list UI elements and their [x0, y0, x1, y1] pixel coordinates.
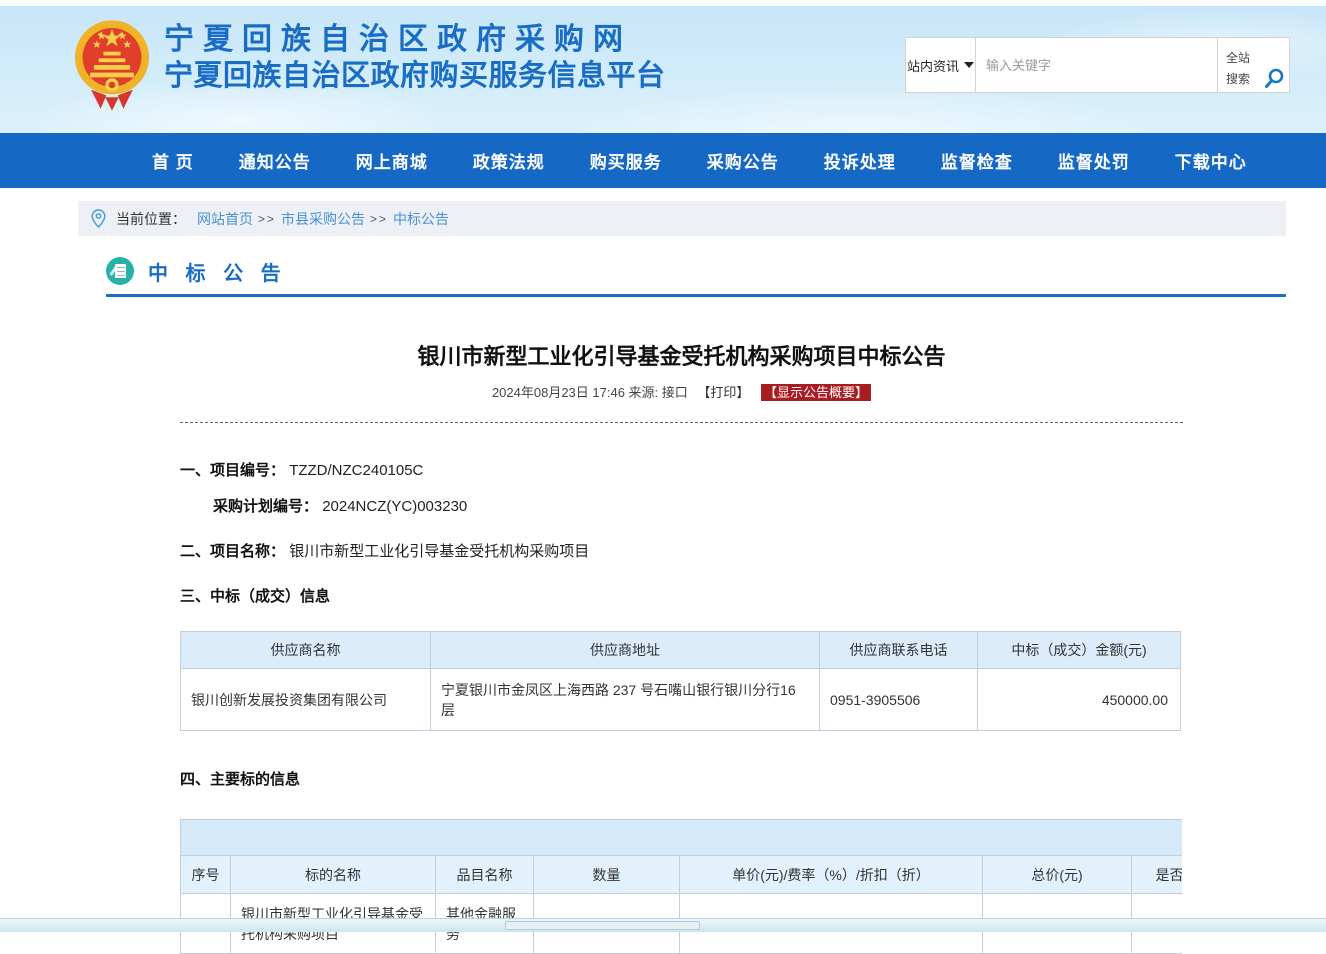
site-title-line1: 宁夏回族自治区政府采购网 [164, 21, 666, 58]
award-cell-amount: 450000.00 [978, 669, 1181, 731]
site-search-label-line1: 全站 [1226, 48, 1289, 69]
breadcrumb-separator: >> [258, 212, 276, 226]
main-nav: 首 页 通知公告 网上商城 政策法规 购买服务 采购公告 投诉处理 监督检查 监… [0, 133, 1326, 188]
subject-info-heading: 四、主要标的信息 [180, 768, 1183, 789]
breadcrumb-link-city-county[interactable]: 市县采购公告 [281, 209, 365, 229]
search-category-select[interactable]: 站内资讯 [906, 38, 976, 92]
article-meta: 2024年08月23日 17:46 来源: 接口 【打印】 【显示公告概要】 [180, 382, 1183, 401]
site-titles: 宁夏回族自治区政府采购网 宁夏回族自治区政府购买服务信息平台 [164, 21, 666, 95]
horizontal-scrollbar[interactable] [0, 918, 1326, 932]
nav-item-supervision-penalty[interactable]: 监督处罚 [1058, 148, 1130, 173]
subject-table-banner-cell [181, 820, 1183, 856]
section-title: 中 标 公 告 [148, 257, 287, 286]
award-header-address: 供应商地址 [431, 632, 820, 669]
chevron-down-icon [964, 62, 974, 68]
award-info-heading: 三、中标（成交）信息 [180, 585, 1183, 606]
award-table-row: 银川创新发展投资集团有限公司 宁夏银川市金凤区上海西路 237 号石嘴山银行银川… [181, 669, 1181, 731]
plan-number-label: 采购计划编号： [213, 498, 318, 515]
announcement-article: 银川市新型工业化引导基金受托机构采购项目中标公告 2024年08月23日 17:… [180, 339, 1183, 954]
breadcrumb-link-award[interactable]: 中标公告 [393, 209, 449, 229]
nav-item-download-center[interactable]: 下载中心 [1175, 148, 1247, 173]
project-number-value: TZZD/NZC240105C [289, 462, 423, 479]
award-header-supplier: 供应商名称 [181, 632, 431, 669]
nav-item-supervision-check[interactable]: 监督检查 [941, 148, 1013, 173]
award-cell-supplier: 银川创新发展投资集团有限公司 [181, 669, 431, 731]
nav-item-online-mall[interactable]: 网上商城 [356, 148, 428, 173]
subject-table-clip: 序号 标的名称 品目名称 数量 单价(元)/费率（%）/折扣（折） 总价(元) … [180, 819, 1182, 954]
subject-header-no: 序号 [181, 856, 231, 894]
plan-number-line: 采购计划编号： 2024NCZ(YC)003230 [180, 495, 1183, 516]
search-bar: 站内资讯 全站 搜索 [905, 37, 1290, 93]
nav-item-notices[interactable]: 通知公告 [239, 148, 311, 173]
award-table: 供应商名称 供应商地址 供应商联系电话 中标（成交）金额(元) 银川创新发展投资… [180, 631, 1181, 731]
search-icon [1262, 67, 1286, 91]
breadcrumb-label: 当前位置： [116, 209, 186, 229]
breadcrumb-link-home[interactable]: 网站首页 [197, 209, 253, 229]
award-table-header-row: 供应商名称 供应商地址 供应商联系电话 中标（成交）金额(元) [181, 632, 1181, 669]
subject-header-clipped: 是否 [1132, 856, 1183, 894]
print-button[interactable]: 【打印】 [697, 385, 749, 400]
section-divider [106, 294, 1286, 297]
emblem-icon [74, 17, 150, 113]
project-number-line: 一、项目编号： TZZD/NZC240105C [180, 459, 1183, 480]
subject-header-total: 总价(元) [983, 856, 1132, 894]
site-title-line2: 宁夏回族自治区政府购买服务信息平台 [164, 58, 666, 95]
subject-header-unit-price: 单价(元)/费率（%）/折扣（折） [680, 856, 983, 894]
site-search-button[interactable]: 全站 搜索 [1217, 38, 1289, 92]
subject-table-header-row: 序号 标的名称 品目名称 数量 单价(元)/费率（%）/折扣（折） 总价(元) … [181, 856, 1183, 894]
article-date-source: 2024年08月23日 17:46 来源: 接口 [492, 385, 688, 400]
subject-header-name: 标的名称 [231, 856, 436, 894]
project-name-label: 二、项目名称： [180, 543, 285, 560]
scrollbar-thumb[interactable] [505, 921, 700, 930]
article-title: 银川市新型工业化引导基金受托机构采购项目中标公告 [180, 339, 1183, 371]
subject-table-banner-row [181, 820, 1183, 856]
nav-item-home[interactable]: 首 页 [152, 148, 194, 173]
project-number-label: 一、项目编号： [180, 462, 285, 479]
document-icon [106, 257, 134, 285]
subject-table: 序号 标的名称 品目名称 数量 单价(元)/费率（%）/折扣（折） 总价(元) … [180, 819, 1182, 954]
breadcrumb: 当前位置： 网站首页 >> 市县采购公告 >> 中标公告 [78, 201, 1286, 236]
nav-item-procurement-announcements[interactable]: 采购公告 [707, 148, 779, 173]
show-summary-badge[interactable]: 【显示公告概要】 [761, 384, 871, 401]
site-header: 宁夏回族自治区政府采购网 宁夏回族自治区政府购买服务信息平台 站内资讯 全站 搜… [0, 6, 1326, 133]
search-category-value: 站内资讯 [907, 56, 959, 75]
project-name-line: 二、项目名称： 银川市新型工业化引导基金受托机构采购项目 [180, 540, 1183, 561]
search-input[interactable] [976, 38, 1217, 92]
award-cell-phone: 0951-3905506 [820, 669, 978, 731]
nav-item-purchase-services[interactable]: 购买服务 [590, 148, 662, 173]
subject-header-category: 品目名称 [436, 856, 534, 894]
subject-header-qty: 数量 [534, 856, 680, 894]
award-header-phone: 供应商联系电话 [820, 632, 978, 669]
national-emblem-logo[interactable] [74, 17, 150, 113]
dashed-divider [180, 422, 1183, 423]
award-header-amount: 中标（成交）金额(元) [978, 632, 1181, 669]
award-cell-address: 宁夏银川市金凤区上海西路 237 号石嘴山银行银川分行16层 [431, 669, 820, 731]
section-header: 中 标 公 告 [106, 256, 1326, 286]
nav-item-complaints[interactable]: 投诉处理 [824, 148, 896, 173]
project-name-value: 银川市新型工业化引导基金受托机构采购项目 [289, 543, 589, 560]
breadcrumb-separator: >> [370, 212, 388, 226]
nav-item-policies[interactable]: 政策法规 [473, 148, 545, 173]
location-pin-icon [91, 209, 106, 228]
plan-number-value: 2024NCZ(YC)003230 [322, 498, 467, 515]
